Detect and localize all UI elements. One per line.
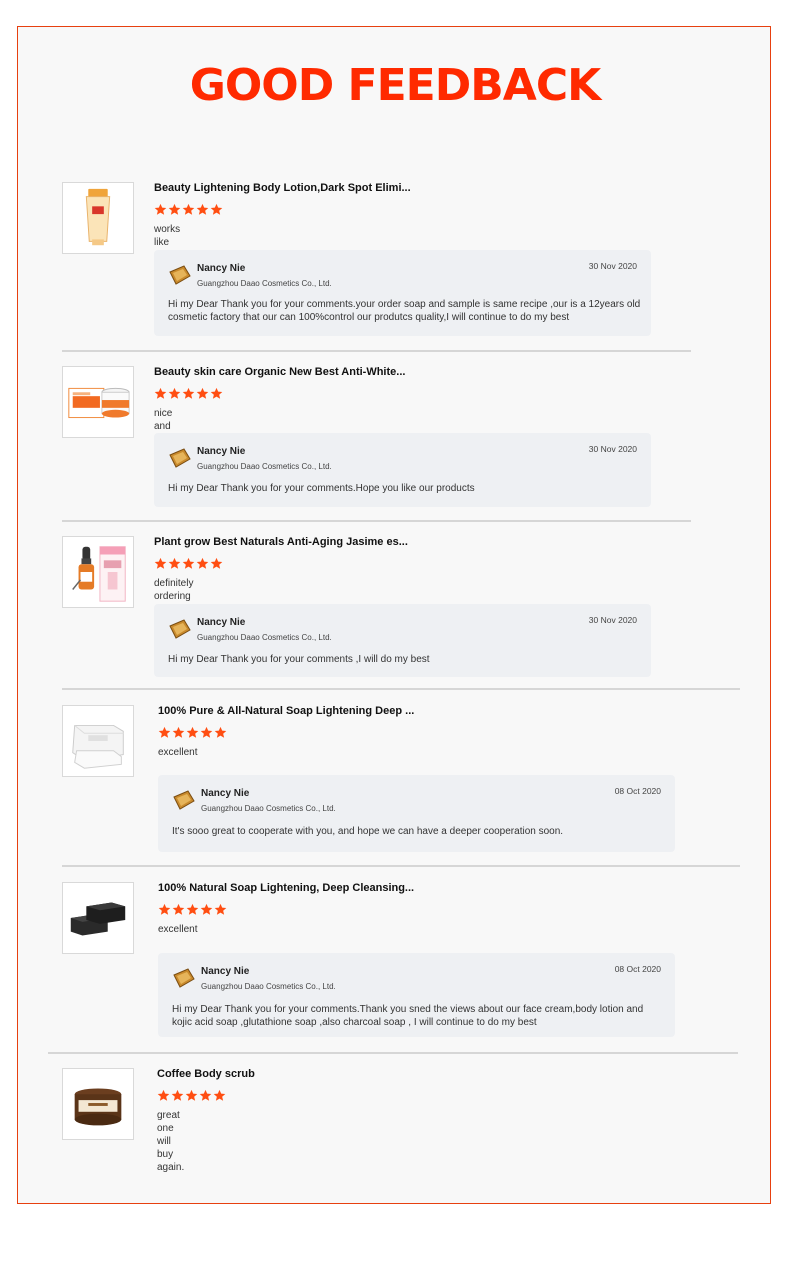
rating-stars: [158, 903, 227, 916]
reply-message-line: cosmetic factory that our can 100%contro…: [168, 312, 570, 323]
product-thumbnail[interactable]: [62, 536, 134, 608]
product-title[interactable]: Beauty skin care Organic New Best Anti-W…: [154, 366, 405, 378]
star-icon: [214, 903, 227, 915]
seller-reply: Nancy Nie Guangzhou Daao Cosmetics Co., …: [158, 953, 675, 1037]
product-title[interactable]: Plant grow Best Naturals Anti-Aging Jasi…: [154, 536, 408, 548]
star-icon: [168, 387, 181, 399]
star-icon: [157, 1089, 170, 1101]
seller-reply: Nancy Nie Guangzhou Daao Cosmetics Co., …: [154, 433, 651, 507]
star-icon: [168, 557, 181, 569]
star-icon: [154, 387, 167, 399]
star-icon: [199, 1089, 212, 1101]
product-title[interactable]: 100% Pure & All-Natural Soap Lightening …: [158, 705, 414, 717]
rating-stars: [157, 1089, 226, 1102]
review-divider: [62, 520, 691, 522]
rating-stars: [154, 387, 223, 400]
reply-author-name: Nancy Nie: [197, 617, 246, 628]
product-thumbnail[interactable]: [62, 882, 134, 954]
reply-message: Hi my Dear Thank you for your comments ,…: [168, 653, 430, 666]
star-icon: [158, 903, 171, 915]
avatar-icon: [173, 790, 195, 810]
review-text: excellent: [158, 924, 198, 935]
star-icon: [172, 726, 185, 738]
product-thumbnail[interactable]: [62, 1068, 134, 1140]
reply-author-name: Nancy Nie: [201, 966, 250, 977]
star-icon: [172, 903, 185, 915]
reply-message: It's sooo great to cooperate with you, a…: [172, 825, 563, 838]
rating-stars: [154, 203, 223, 216]
review-text: excellent: [158, 747, 198, 758]
reply-message: Hi my Dear Thank you for your comments.y…: [168, 298, 640, 324]
star-icon: [210, 557, 223, 569]
star-icon: [185, 1089, 198, 1101]
reply-message-line: Hi my Dear Thank you for your comments.H…: [168, 483, 475, 494]
reply-date: 08 Oct 2020: [614, 786, 661, 796]
product-title[interactable]: 100% Natural Soap Lightening, Deep Clean…: [158, 882, 414, 894]
product-title[interactable]: Coffee Body scrub: [157, 1068, 255, 1080]
reply-date: 30 Nov 2020: [588, 444, 637, 454]
reply-message-line: Hi my Dear Thank you for your comments ,…: [168, 654, 430, 665]
reply-date: 30 Nov 2020: [588, 261, 637, 271]
review-divider: [48, 1052, 738, 1054]
star-icon: [171, 1089, 184, 1101]
reply-message: Hi my Dear Thank you for your comments.H…: [168, 482, 475, 495]
reply-company: Guangzhou Daao Cosmetics Co., Ltd.: [197, 633, 332, 642]
review-divider: [62, 865, 740, 867]
star-icon: [210, 387, 223, 399]
reply-author-name: Nancy Nie: [197, 263, 246, 274]
rating-stars: [158, 726, 227, 739]
reply-date: 30 Nov 2020: [588, 615, 637, 625]
review-divider: [62, 350, 691, 352]
avatar-icon: [169, 265, 191, 285]
reply-message: Hi my Dear Thank you for your comments.T…: [172, 1003, 643, 1029]
page-title: GOOD FEEDBACK: [189, 60, 601, 111]
star-icon: [154, 203, 167, 215]
seller-reply: Nancy Nie Guangzhou Daao Cosmetics Co., …: [158, 775, 675, 852]
star-icon: [196, 557, 209, 569]
reply-message-line: kojic acid soap ,glutathione soap ,also …: [172, 1017, 537, 1028]
star-icon: [186, 726, 199, 738]
star-icon: [210, 203, 223, 215]
reply-author-name: Nancy Nie: [197, 446, 246, 457]
star-icon: [186, 903, 199, 915]
reply-company: Guangzhou Daao Cosmetics Co., Ltd.: [201, 982, 336, 991]
reply-company: Guangzhou Daao Cosmetics Co., Ltd.: [197, 462, 332, 471]
reply-message-line: Hi my Dear Thank you for your comments.T…: [172, 1004, 644, 1015]
reply-author-name: Nancy Nie: [201, 788, 250, 799]
seller-reply: Nancy Nie Guangzhou Daao Cosmetics Co., …: [154, 604, 651, 677]
avatar-icon: [169, 619, 191, 639]
review-divider: [62, 688, 740, 690]
avatar-icon: [169, 448, 191, 468]
rating-stars: [154, 557, 223, 570]
star-icon: [182, 557, 195, 569]
product-title[interactable]: Beauty Lightening Body Lotion,Dark Spot …: [154, 182, 411, 194]
star-icon: [196, 203, 209, 215]
product-thumbnail[interactable]: [62, 182, 134, 254]
review-text: great one will buy again.: [157, 1110, 185, 1173]
star-icon: [154, 557, 167, 569]
reply-message-line: Hi my Dear Thank you for your comments.y…: [168, 299, 641, 310]
reply-company: Guangzhou Daao Cosmetics Co., Ltd.: [201, 804, 336, 813]
seller-reply: Nancy Nie Guangzhou Daao Cosmetics Co., …: [154, 250, 651, 336]
star-icon: [182, 387, 195, 399]
product-thumbnail[interactable]: [62, 366, 134, 438]
star-icon: [158, 726, 171, 738]
avatar-icon: [173, 968, 195, 988]
star-icon: [182, 203, 195, 215]
star-icon: [214, 726, 227, 738]
reply-date: 08 Oct 2020: [614, 964, 661, 974]
star-icon: [196, 387, 209, 399]
star-icon: [200, 726, 213, 738]
star-icon: [168, 203, 181, 215]
product-thumbnail[interactable]: [62, 705, 134, 777]
star-icon: [200, 903, 213, 915]
reply-message-line: It's sooo great to cooperate with you, a…: [172, 826, 564, 837]
star-icon: [213, 1089, 226, 1101]
reply-company: Guangzhou Daao Cosmetics Co., Ltd.: [197, 279, 332, 288]
